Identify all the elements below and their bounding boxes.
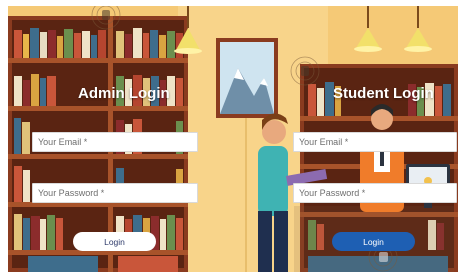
admin-login-title: Admin Login [78, 85, 170, 102]
student-password-field[interactable] [293, 183, 457, 203]
login-page: Admin Login Login Student Login Login [8, 6, 458, 272]
student-login-title: Student Login [333, 85, 434, 102]
admin-password-field[interactable] [32, 183, 198, 203]
mountain-painting [216, 38, 278, 118]
student-email-field[interactable] [293, 132, 457, 152]
admin-login-button[interactable]: Login [73, 232, 156, 251]
admin-email-field[interactable] [32, 132, 198, 152]
student-login-button[interactable]: Login [332, 232, 415, 251]
